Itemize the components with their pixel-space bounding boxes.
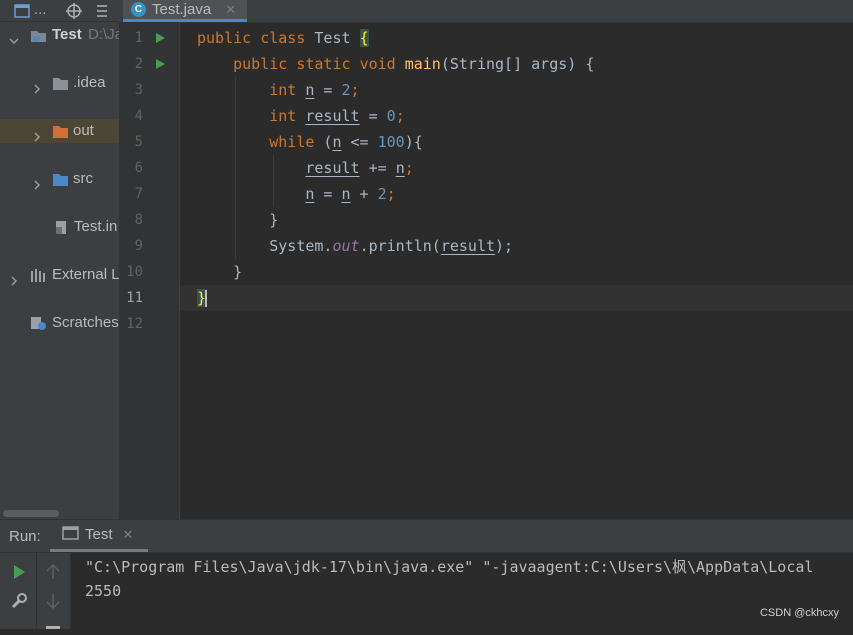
run-header: Run: Test ✕	[0, 520, 853, 553]
code-line-1: public class Test {	[197, 29, 369, 47]
tree-item-out[interactable]: out	[0, 119, 119, 143]
arrow-down-icon[interactable]	[44, 592, 62, 610]
tree-item-scratches[interactable]: Scratches	[0, 311, 119, 335]
module-file-icon	[53, 219, 70, 234]
code-line-11-current: }	[180, 285, 853, 311]
tree-item-label: Scratches	[52, 314, 119, 331]
gutter-line: 1	[119, 25, 179, 51]
arrow-up-icon[interactable]	[44, 563, 62, 581]
line-number: 5	[134, 134, 143, 150]
console-line-command: "C:\Program Files\Java\jdk-17\bin\java.e…	[85, 558, 814, 576]
source-folder-icon	[52, 171, 69, 186]
excluded-folder-icon	[52, 123, 69, 138]
java-class-icon: C	[131, 2, 146, 17]
project-view-menu[interactable]: ...	[34, 3, 46, 18]
run-tab-label: Test	[85, 526, 113, 543]
watermark: CSDN @ckhcxy	[759, 607, 839, 619]
console-line-output: 2550	[85, 582, 122, 600]
wrench-icon[interactable]	[10, 592, 28, 610]
text-caret	[205, 290, 208, 307]
line-number: 6	[134, 160, 143, 176]
gutter-line: 8	[119, 207, 179, 233]
close-icon[interactable]: ✕	[123, 527, 134, 543]
line-number: 8	[134, 212, 143, 228]
chevron-right-icon[interactable]	[9, 270, 19, 286]
gutter-line-current: 11	[119, 285, 179, 311]
code-line-5: while (n <= 100){	[269, 133, 423, 151]
scratches-icon	[30, 315, 47, 330]
horizontal-scrollbar[interactable]	[3, 510, 59, 517]
line-number: 12	[126, 316, 143, 332]
console-output[interactable]: "C:\Program Files\Java\jdk-17\bin\java.e…	[71, 553, 853, 629]
tree-item-project-test[interactable]: Test D:\Ja	[0, 23, 119, 47]
chevron-down-icon[interactable]	[9, 30, 19, 45]
tree-item-test-iml[interactable]: Test.in	[0, 215, 119, 239]
tree-item-label: .idea	[73, 74, 106, 91]
line-number: 1	[134, 30, 143, 46]
code-line-9: System.out.println(result);	[269, 237, 514, 255]
run-label: Run:	[9, 528, 41, 545]
tree-item-label: src	[73, 170, 93, 187]
code-editor[interactable]: public class Test { public static void m…	[180, 23, 853, 519]
folder-icon	[52, 75, 69, 90]
gutter-line: 7	[119, 181, 179, 207]
gutter-line: 12	[119, 311, 179, 337]
chevron-right-icon[interactable]	[32, 78, 42, 94]
code-line-3: int n = 2;	[269, 81, 360, 99]
close-icon[interactable]: ✕	[225, 2, 236, 18]
line-number: 9	[134, 238, 143, 254]
gutter-line: 3	[119, 77, 179, 103]
tree-item-external-libraries[interactable]: External L	[0, 263, 119, 287]
chevron-right-icon[interactable]	[32, 126, 42, 142]
code-line-7: n = n + 2;	[305, 185, 396, 203]
rerun-icon[interactable]	[10, 563, 28, 581]
tree-item-idea[interactable]: .idea	[0, 71, 119, 95]
run-toolbar	[0, 553, 71, 629]
run-tool-window: Run: Test ✕ "C:\Program Files\Java\jdk-1…	[0, 519, 853, 629]
line-number: 2	[134, 56, 143, 72]
code-line-4: int result = 0;	[269, 107, 405, 125]
editor-tab-bar: C Test.java ✕	[119, 0, 853, 23]
chevron-right-icon[interactable]	[32, 174, 42, 190]
code-line-6: result += n;	[305, 159, 414, 177]
run-gutter-icon[interactable]	[156, 59, 165, 69]
run-tab-test[interactable]: Test ✕	[50, 520, 148, 552]
tab-label: Test.java	[152, 1, 212, 18]
gutter-line: 5	[119, 129, 179, 155]
tree-item-src[interactable]: src	[0, 167, 119, 191]
collapse-all-icon[interactable]	[94, 3, 110, 19]
project-folder-icon	[30, 27, 47, 42]
library-icon	[30, 267, 47, 282]
project-path: D:\Ja	[88, 26, 120, 43]
code-line-10: }	[233, 263, 243, 281]
editor-gutter: 1 2 3 4 5 6 7 8 9 10 11 12	[119, 23, 180, 519]
console-icon	[62, 525, 79, 544]
project-tree: Test D:\Ja .idea out src Test.in Externa…	[0, 22, 120, 519]
run-gutter-icon[interactable]	[156, 33, 165, 43]
gutter-line: 4	[119, 103, 179, 129]
gutter-line: 2	[119, 51, 179, 77]
tree-item-label: Test.in	[74, 218, 118, 235]
line-number: 4	[134, 108, 143, 124]
gutter-line: 9	[119, 233, 179, 259]
locate-icon[interactable]	[66, 2, 83, 19]
tree-item-label: out	[73, 122, 94, 139]
line-number: 7	[134, 186, 143, 202]
code-line-8: }	[269, 211, 279, 229]
project-view-icon[interactable]	[14, 3, 30, 19]
line-number: 11	[126, 290, 143, 306]
tree-item-label: Test	[52, 26, 82, 43]
tab-test-java[interactable]: C Test.java ✕	[123, 0, 247, 22]
gutter-line: 6	[119, 155, 179, 181]
project-toolbar: ...	[0, 0, 119, 22]
line-number: 3	[134, 82, 143, 98]
line-number: 10	[126, 264, 143, 280]
tree-item-label: External L	[52, 266, 120, 283]
gutter-line: 10	[119, 259, 179, 285]
code-line-2: public static void main(String[] args) {	[233, 55, 595, 73]
